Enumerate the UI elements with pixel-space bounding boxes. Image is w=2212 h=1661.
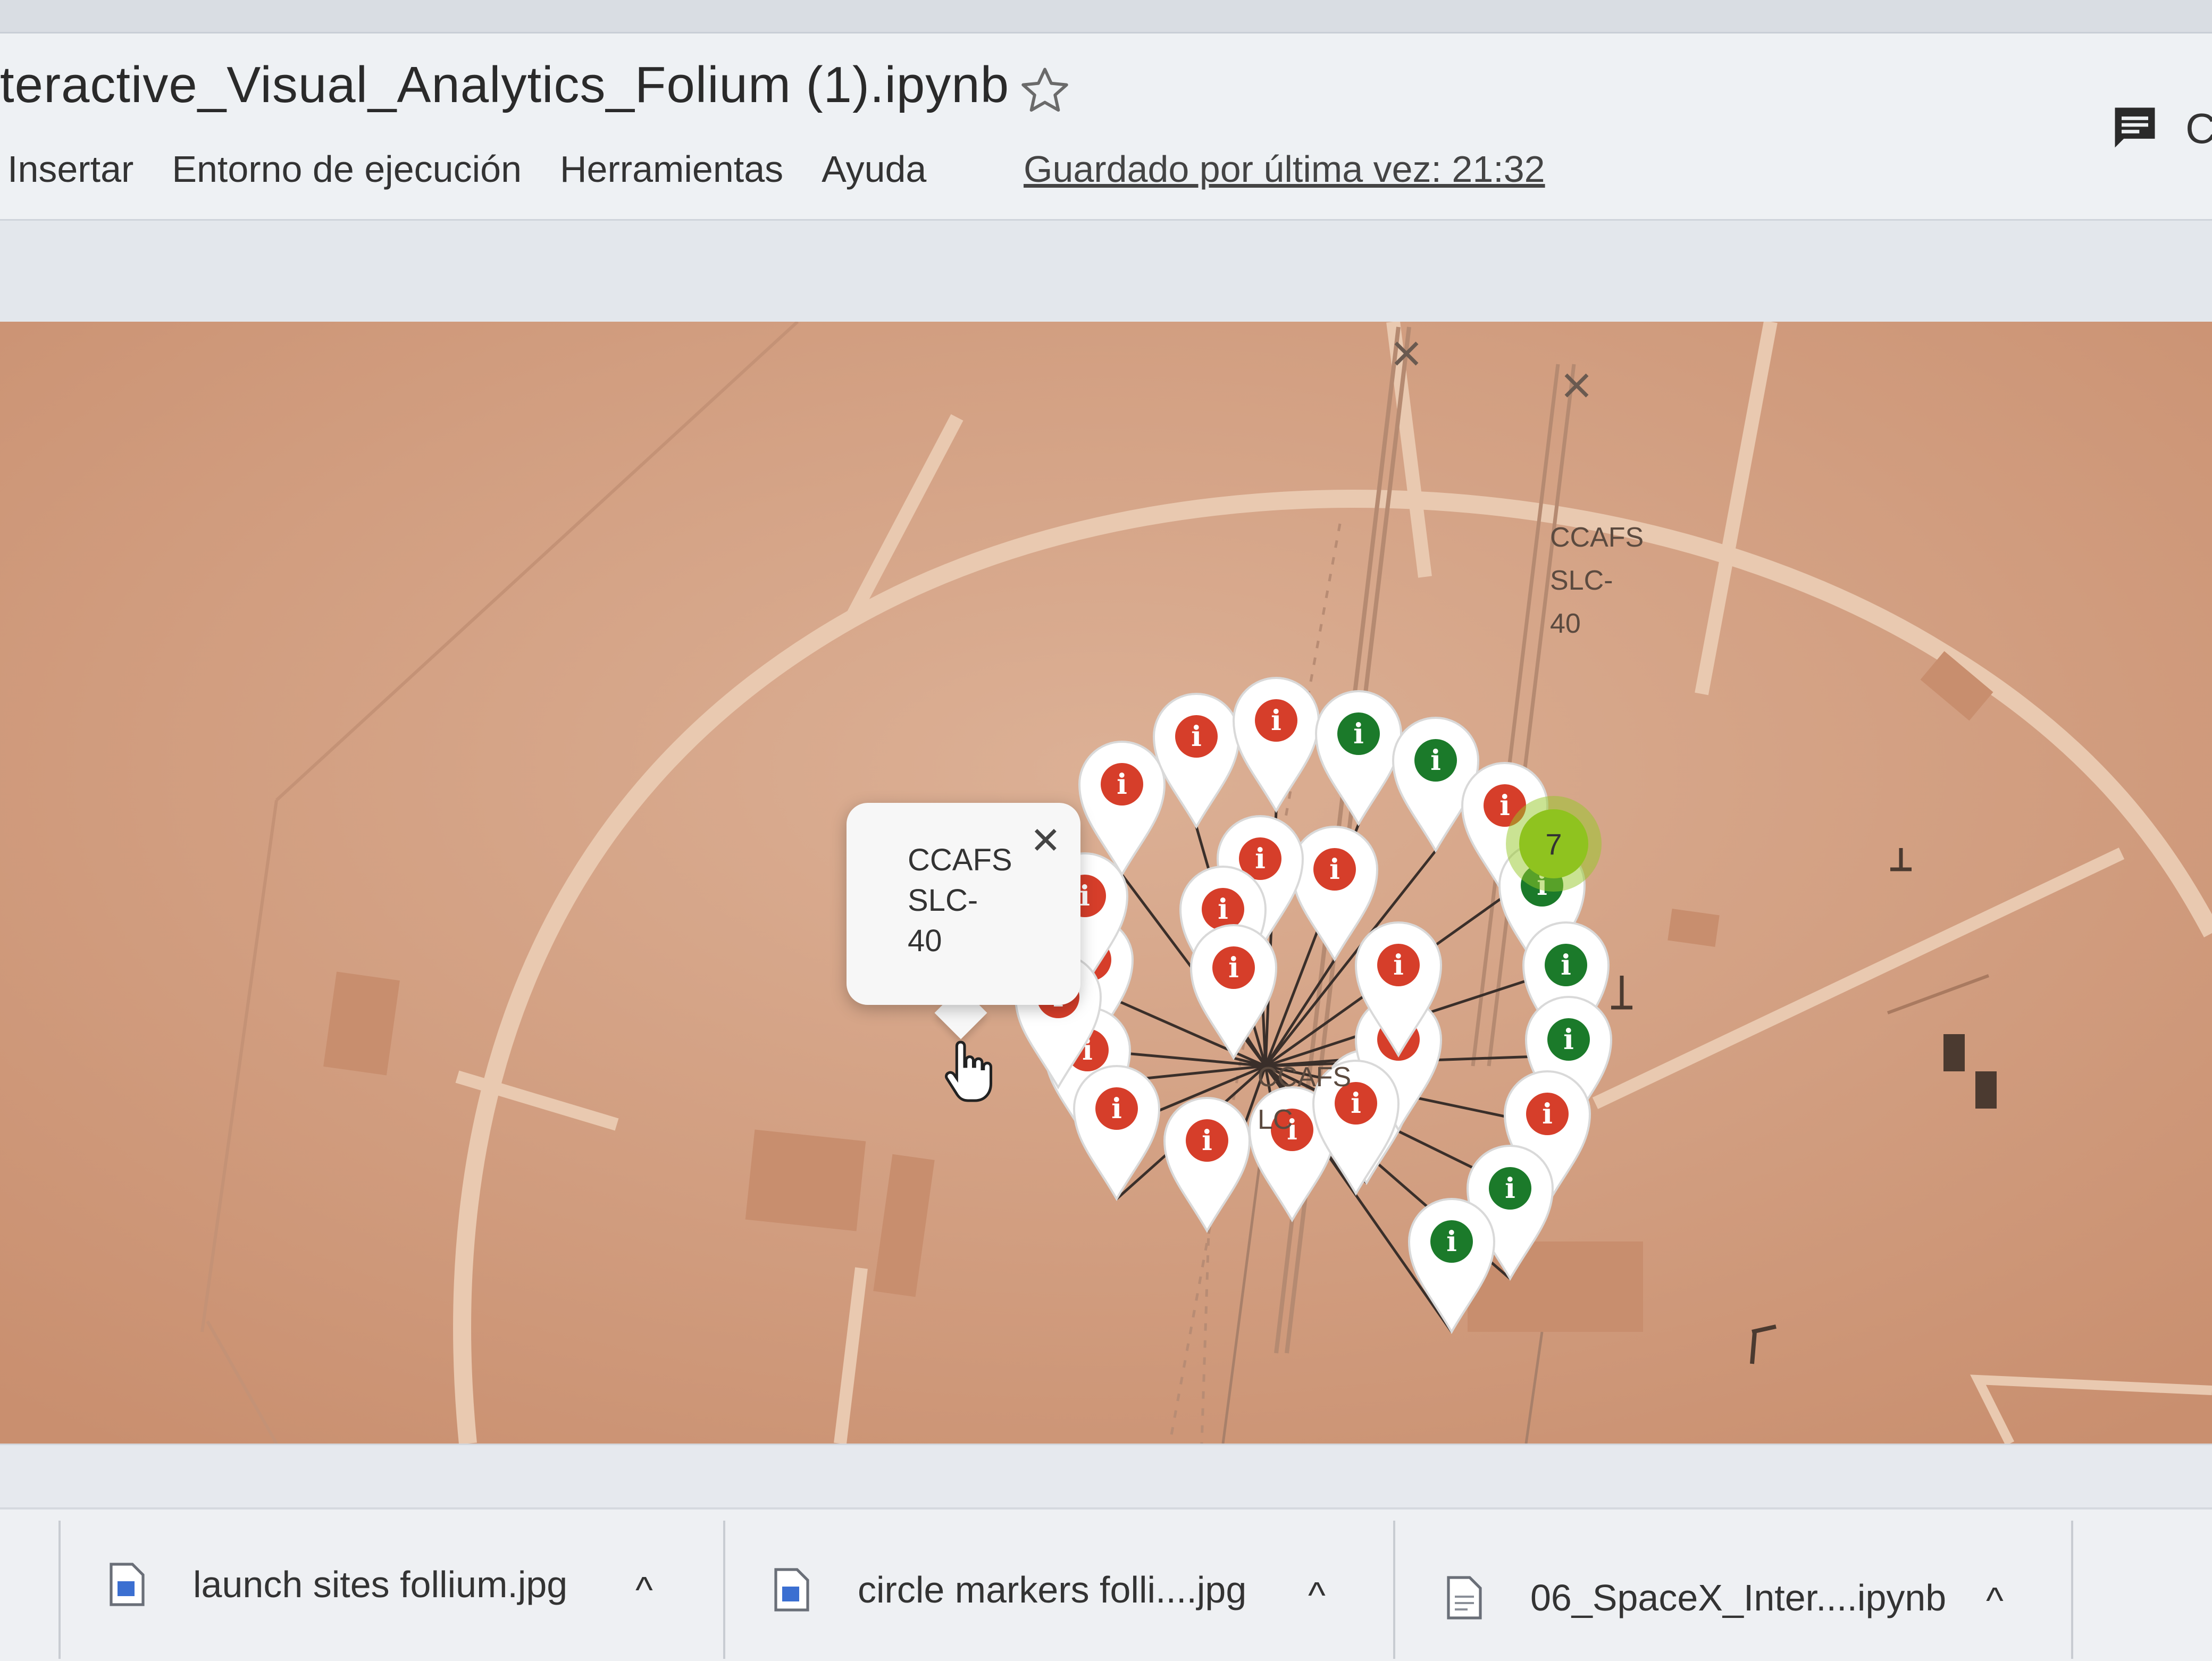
image-file-icon [110, 1563, 145, 1606]
svg-text:i: i [1202, 1125, 1212, 1157]
image-file-icon [774, 1568, 809, 1612]
site-label-line-2: SLC- [1550, 565, 1613, 596]
svg-text:i: i [1499, 790, 1510, 822]
cell-toolbar-area [0, 221, 2212, 322]
svg-text:i: i [1446, 1226, 1457, 1258]
popup-close-button[interactable]: ✕ [1030, 819, 1061, 862]
cluster-count: 7 [1519, 809, 1588, 878]
notebook-bottom-area [0, 1444, 2212, 1509]
browser-top-strip [0, 0, 2212, 33]
success-marker-info-icon[interactable]: i [1314, 690, 1403, 827]
download-separator [58, 1521, 61, 1659]
svg-text:i: i [1542, 1098, 1553, 1130]
folium-map[interactable]: iiiiiiiiiiiiiiiiiiiiiiiiiii 7 CCAFS SLC-… [0, 322, 2212, 1444]
menu-ayuda[interactable]: Ayuda [822, 148, 926, 190]
download-item-1-chevron-icon[interactable]: ^ [635, 1568, 653, 1611]
marker-popup[interactable]: CCAFS SLC- 40 ✕ [847, 803, 1080, 1005]
svg-text:i: i [1329, 853, 1340, 886]
svg-text:i: i [1430, 744, 1441, 777]
svg-text:i: i [1117, 768, 1127, 801]
failure-marker-info-icon[interactable]: i [1232, 677, 1320, 813]
popup-line-1: CCAFS [908, 843, 1012, 877]
spiderfied-markers[interactable]: iiiiiiiiiiiiiiiiiiiiiiiiiii [0, 322, 2212, 1444]
download-item-3[interactable]: 06_SpaceX_Inter....ipynb [1446, 1568, 1946, 1627]
download-item-2-chevron-icon[interactable]: ^ [1308, 1574, 1326, 1616]
svg-text:i: i [1505, 1172, 1515, 1205]
menu-insertar[interactable]: Insertar [7, 148, 133, 190]
download-item-1[interactable]: launch sites follium.jpg [109, 1555, 567, 1614]
svg-text:i: i [1351, 1087, 1361, 1120]
notebook-title[interactable]: teractive_Visual_Analytics_Folium (1).ip… [0, 56, 1009, 114]
svg-text:i: i [1228, 952, 1239, 984]
download-item-3-name: 06_SpaceX_Inter....ipynb [1530, 1577, 1947, 1618]
document-file-icon [1447, 1576, 1482, 1620]
popup-line-2: SLC- [908, 883, 978, 918]
svg-text:i: i [1218, 893, 1228, 926]
download-separator [2071, 1521, 2073, 1659]
success-marker-info-icon[interactable]: i [1392, 717, 1480, 853]
last-saved-link[interactable]: Guardado por última vez: 21:32 [1024, 148, 1545, 190]
menu-herramientas[interactable]: Herramientas [560, 148, 783, 190]
menu-entorno-de-ejecucion[interactable]: Entorno de ejecución [172, 148, 522, 190]
failure-marker-info-icon[interactable]: i [1163, 1097, 1251, 1234]
svg-text:i: i [1255, 843, 1266, 875]
star-icon[interactable] [1018, 64, 1071, 117]
center-site-label: CCAFS [1258, 1062, 1352, 1093]
svg-text:i: i [1079, 880, 1090, 912]
svg-text:i: i [1353, 718, 1364, 750]
site-label-line-3: 40 [1550, 608, 1581, 639]
success-marker-info-icon[interactable]: i [1407, 1198, 1496, 1335]
download-item-1-name: launch sites follium.jpg [193, 1564, 568, 1605]
download-item-2[interactable]: circle markers folli....jpg [774, 1561, 1246, 1619]
svg-text:i: i [1561, 949, 1571, 981]
download-item-3-chevron-icon[interactable]: ^ [1986, 1579, 2004, 1622]
center-site-label-sub: LC [1258, 1104, 1293, 1135]
failure-marker-info-icon[interactable]: i [1152, 693, 1241, 829]
marker-cluster[interactable]: 7 [1506, 796, 1602, 892]
download-separator [1393, 1521, 1395, 1659]
download-item-2-name: circle markers folli....jpg [858, 1569, 1247, 1610]
popup-content: CCAFS SLC- 40 [908, 840, 1012, 961]
svg-text:i: i [1271, 704, 1281, 737]
site-label-line-1: CCAFS [1550, 522, 1644, 553]
download-separator [723, 1521, 725, 1659]
comment-icon[interactable] [2106, 101, 2164, 154]
svg-text:i: i [1393, 949, 1404, 981]
svg-text:i: i [1191, 720, 1202, 753]
hand-cursor-icon [945, 1041, 993, 1102]
svg-text:i: i [1111, 1093, 1122, 1125]
popup-line-3: 40 [908, 924, 942, 958]
comment-button-label[interactable]: C [2185, 104, 2212, 153]
menu-bar: Insertar Entorno de ejecución Herramient… [7, 148, 926, 190]
failure-marker-info-icon[interactable]: i [1073, 1065, 1161, 1202]
svg-text:i: i [1563, 1024, 1574, 1056]
